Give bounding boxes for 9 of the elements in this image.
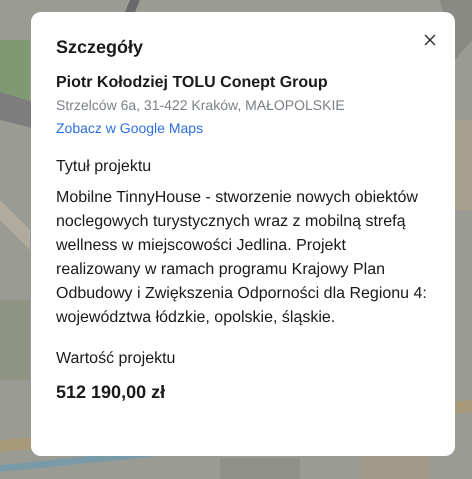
- address: Strzelców 6a, 31-422 Kraków, MAŁOPOLSKIE: [56, 97, 346, 113]
- map-link[interactable]: Zobacz w Google Maps: [56, 120, 204, 136]
- company-name: Piotr Kołodziej TOLU Conept Group: [56, 74, 329, 92]
- section-label: Wartość projektu: [56, 350, 176, 368]
- project-title: Mobilne TinnyHouse - stworzenie nowych obiektów noclegowych turystycznych wraz z mobilną strefą wellness w miejscowości Jedlina. Projekt realizowany w ramach programu Krajowy Plan Odbudowy i Zwiększenia Odporności dla Regionu 4: województwa łódzkie, opolskie, śląskie.: [56, 188, 428, 328]
- section-label: Tytuł projektu: [56, 158, 152, 176]
- close-icon: [424, 34, 436, 46]
- project-value: 512 190,00 zł: [56, 382, 166, 403]
- dialog-title: Szczegóły: [56, 37, 144, 58]
